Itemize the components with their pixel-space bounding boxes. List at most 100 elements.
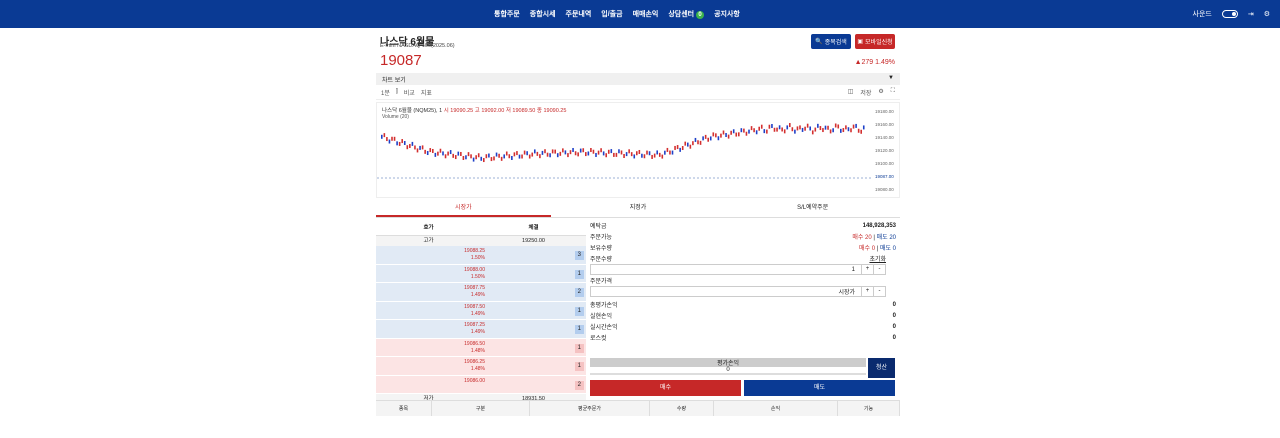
settle-button[interactable]: 청산 [868,358,895,378]
nav-support[interactable]: 상담센터 0 [668,9,705,19]
ob-price: 19088.25 [464,248,485,254]
compare-button[interactable]: 비교 [404,88,415,97]
nav-integrated-order[interactable]: 통합주문 [494,9,520,19]
candle [837,124,840,129]
candle [702,136,704,141]
candle [383,133,386,138]
candle [781,127,783,132]
cart-icon: ▣ [857,39,864,45]
candle [738,132,740,137]
candle [480,156,483,161]
nav-pnl[interactable]: 매매손익 [633,9,659,19]
logout-icon[interactable]: ⇥ [1248,10,1254,18]
candle-type-icon[interactable]: ⫿ [396,89,398,96]
chart-legend: 나스닥 6월물 (NQM25), 1 시 19090.25 고 19092.00… [382,108,567,114]
reset-button[interactable]: 초기화 [869,254,886,263]
candle [500,156,503,161]
candle [574,151,577,156]
candle [633,154,636,159]
candle [595,152,597,157]
losscut-label: 로스컷 [590,336,607,342]
tab-market[interactable]: 시장가 [376,199,551,217]
settings-icon[interactable]: ⚙ [878,88,883,97]
candle [551,149,554,154]
candle [778,125,781,130]
candle [602,151,605,156]
candle [398,141,401,146]
sell-button[interactable]: 매도 [744,380,895,396]
camera-icon[interactable]: ◫ [848,88,854,97]
candle [597,150,600,155]
candle [712,132,715,137]
orderbook-row[interactable]: 19086.50 1.48% 1 [376,338,586,357]
tab-limit[interactable]: 지정가 [551,199,726,217]
candle [536,151,539,156]
search-product-button[interactable]: 🔍 종목검색 [811,34,851,49]
candle [569,150,572,155]
candle [799,125,801,130]
candle [732,129,735,134]
quantity-input[interactable]: 1 + - [590,264,886,275]
price-minus-button[interactable]: - [873,287,885,296]
chart-toggle-bar[interactable]: 차트 보기 ▼ [376,73,900,85]
nav-market[interactable]: 종합시세 [530,9,556,19]
nav-deposit[interactable]: 입/출금 [601,9,622,19]
orderbook-row[interactable]: 19087.75 1.49% 2 [376,283,586,302]
orderbook-row[interactable]: 19086.25 1.48% 1 [376,357,586,376]
price-plus-button[interactable]: + [861,287,873,296]
candle [725,133,727,138]
price-input[interactable]: 시장가 + - [590,286,886,297]
orderbook-row[interactable]: 19086.00 2 [376,375,586,394]
candle [689,144,692,149]
candle [763,129,766,134]
candle [628,149,630,154]
candle [707,137,709,142]
orderbook-row[interactable]: 19088.25 1.50% 3 [376,246,586,265]
qty-minus-button[interactable]: - [873,265,885,274]
high-value: 19250.00 [522,238,545,244]
indicator-button[interactable]: 지표 [421,88,432,97]
candle [641,153,643,158]
candle [406,145,409,150]
candle [521,154,523,159]
candle [697,140,699,145]
candle [620,150,623,155]
candle [804,126,806,131]
save-button[interactable]: 저장 [860,88,871,97]
candle [824,125,827,130]
sound-toggle[interactable] [1221,10,1238,18]
candle [416,148,419,153]
y-tick-label: 19100.00 [875,161,894,166]
orderbook-row[interactable]: 19088.00 1.50% 1 [376,264,586,283]
nav-order-history[interactable]: 주문내역 [566,9,592,19]
candle [832,128,834,133]
candle [661,154,664,159]
candle [485,154,488,159]
candle [720,133,722,138]
candle [534,149,536,154]
nav-notice[interactable]: 공지사항 [714,9,740,19]
interval-select[interactable]: 1분 [381,88,390,97]
candle [776,127,778,132]
mobile-apply-button[interactable]: ▣ 모바일신청 [855,34,895,49]
orderbook-row[interactable]: 19087.25 1.49% 1 [376,320,586,339]
qty-plus-button[interactable]: + [861,265,873,274]
price-chart[interactable]: 나스닥 6월물 (NQM25), 1 시 19090.25 고 19092.00… [376,102,900,198]
candle [643,154,646,159]
buy-button[interactable]: 매수 [590,380,741,396]
candle [590,147,592,152]
gear-icon[interactable]: ⚙ [1264,10,1270,18]
orderbook-row[interactable]: 19087.50 1.49% 1 [376,301,586,320]
candle [462,155,465,160]
fullscreen-icon[interactable]: ⛶ [891,88,895,97]
candle [842,128,845,133]
candle [449,150,452,155]
tab-sl[interactable]: S/L예약주문 [725,199,900,217]
candle [577,152,579,157]
candle [722,130,725,135]
candle [679,147,681,152]
candle [646,150,648,155]
candle [490,157,493,162]
ob-price: 19088.00 [464,266,485,273]
candle [544,149,546,154]
